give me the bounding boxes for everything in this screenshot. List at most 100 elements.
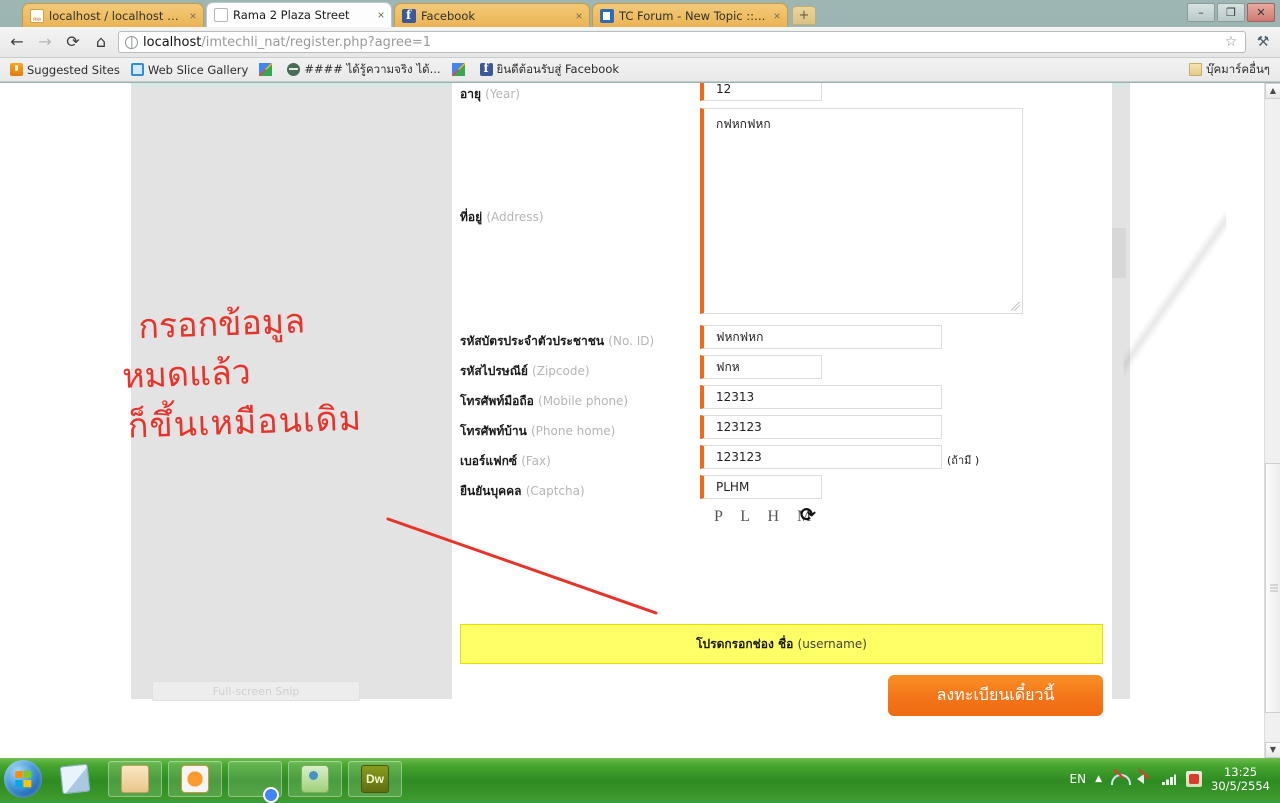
form-validation-message: โปรดกรอกช่อง ชื่อ (username) bbox=[460, 624, 1103, 664]
bookmark-facebook-welcome[interactable]: ยินดีต้อนรับสู่ Facebook bbox=[476, 60, 624, 80]
taskbar-button-media-player[interactable] bbox=[168, 761, 222, 797]
other-bookmarks-label: บุ๊คมาร์คอื่นๆ bbox=[1206, 61, 1270, 79]
browser-tab-tc-forum[interactable]: TC Forum - New Topic :: ... × bbox=[592, 3, 788, 27]
bookmark-suggested-sites[interactable]: Suggested Sites bbox=[6, 62, 124, 78]
close-icon[interactable]: × bbox=[573, 10, 585, 22]
sticky-note-icon bbox=[60, 764, 91, 795]
close-icon[interactable]: × bbox=[771, 10, 783, 22]
tab-label: Facebook bbox=[421, 9, 568, 23]
web-slice-icon bbox=[131, 63, 144, 76]
taskbar-clock[interactable]: 13:25 30/5/2554 bbox=[1211, 765, 1270, 794]
close-icon[interactable]: × bbox=[187, 10, 199, 22]
textarea-resize-handle[interactable] bbox=[1011, 302, 1020, 311]
fax-optional-note: (ถ้ามี ) bbox=[947, 451, 979, 469]
bookmark-google-2[interactable] bbox=[448, 62, 473, 77]
dreamweaver-icon bbox=[361, 765, 389, 793]
handwritten-annotation: กรอกข้อมูล หมดแล้ว ก็ขึ้นเหมือนเดิม bbox=[138, 293, 443, 451]
taskbar-button-messenger[interactable] bbox=[288, 761, 342, 797]
scroll-up-button[interactable]: ▲ bbox=[1265, 83, 1280, 99]
signal-bars-icon[interactable] bbox=[1161, 771, 1177, 787]
other-bookmarks-button[interactable]: บุ๊คมาร์คอื่นๆ bbox=[1185, 60, 1274, 80]
taskbar-button-windows-explorer[interactable] bbox=[108, 761, 162, 797]
windows-media-player-icon bbox=[181, 765, 209, 793]
address-host: localhost bbox=[143, 35, 201, 50]
window-controls: – ❐ ✕ bbox=[1187, 3, 1275, 22]
validation-message-th: โปรดกรอกช่อง ชื่อ bbox=[696, 635, 793, 654]
taskbar-button-chrome[interactable] bbox=[228, 761, 282, 797]
browser-tab-rama2-plaza-street[interactable]: Rama 2 Plaza Street × bbox=[206, 2, 392, 27]
language-indicator[interactable]: EN bbox=[1070, 772, 1087, 786]
fax-input[interactable]: 123123 bbox=[700, 445, 942, 469]
scroll-down-button[interactable]: ▼ bbox=[1265, 742, 1280, 758]
clock-date: 30/5/2554 bbox=[1211, 779, 1270, 793]
field-label-fax: เบอร์แฟกซ์ (Fax) bbox=[460, 452, 551, 471]
phpmyadmin-icon bbox=[30, 9, 44, 23]
page-scrollbar[interactable]: ▲ ▼ bbox=[1264, 83, 1280, 758]
full-screen-snip-overlay: Full-screen Snip bbox=[152, 681, 360, 701]
register-submit-button[interactable]: ลงทะเบียนเดี๋ยวนี้ bbox=[888, 675, 1103, 716]
field-label-mobile-phone: โทรศัพท์มือถือ (Mobile phone) bbox=[460, 392, 628, 411]
taskbar-button-sticky-note[interactable] bbox=[48, 761, 102, 797]
mobile-phone-input[interactable]: 12313 bbox=[700, 385, 942, 409]
show-hidden-icons-button[interactable]: ▲ bbox=[1095, 774, 1102, 784]
reload-button[interactable]: ⟳ bbox=[62, 31, 84, 53]
start-orb-icon[interactable] bbox=[4, 760, 42, 798]
bookmark-star-icon[interactable]: ☆ bbox=[1223, 34, 1239, 50]
suggested-sites-icon bbox=[10, 63, 23, 76]
bookmark-thai-news[interactable]: #### ได้รู้ความจริง ได้... bbox=[283, 60, 444, 80]
globe-icon bbox=[287, 63, 300, 76]
home-button[interactable]: ⌂ bbox=[90, 31, 112, 53]
clock-time: 13:25 bbox=[1224, 765, 1257, 779]
scrollbar-thumb[interactable] bbox=[1265, 463, 1280, 713]
forum-icon bbox=[600, 9, 614, 23]
browser-window: localhost / localhost / im... × Rama 2 P… bbox=[0, 0, 1280, 758]
taskbar-button-dreamweaver[interactable] bbox=[348, 761, 402, 797]
address-textarea[interactable]: กฟหกฟหก bbox=[700, 108, 1023, 314]
national-id-input[interactable]: ฟหกฟหก bbox=[700, 325, 942, 349]
messenger-icon bbox=[301, 765, 329, 793]
captcha-refresh-icon[interactable]: ⟳ bbox=[800, 504, 816, 526]
field-label-address: ที่อยู่ (Address) bbox=[460, 208, 544, 227]
field-label-captcha: ยืนยันบุคคล (Captcha) bbox=[460, 482, 585, 501]
tab-strip: localhost / localhost / im... × Rama 2 P… bbox=[0, 0, 1280, 27]
year-input[interactable]: 12 bbox=[700, 83, 822, 101]
google-icon bbox=[452, 63, 465, 76]
network-disconnected-icon[interactable] bbox=[1111, 771, 1127, 787]
field-label-home-phone: โทรศัพท์บ้าน (Phone home) bbox=[460, 422, 615, 441]
new-tab-button[interactable]: + bbox=[792, 6, 816, 25]
validation-message-en: (username) bbox=[798, 637, 867, 651]
wrench-menu-icon[interactable]: ⚒ bbox=[1252, 34, 1274, 50]
windows-explorer-icon bbox=[121, 765, 149, 793]
close-icon[interactable]: × bbox=[375, 9, 387, 21]
globe-icon bbox=[125, 36, 138, 49]
browser-tab-facebook[interactable]: Facebook × bbox=[394, 3, 590, 27]
bookmarks-bar: Suggested Sites Web Slice Gallery #### ไ… bbox=[0, 58, 1280, 82]
facebook-icon bbox=[402, 9, 416, 23]
tab-label: Rama 2 Plaza Street bbox=[233, 8, 370, 22]
back-button[interactable]: ← bbox=[6, 31, 28, 53]
window-close-button[interactable]: ✕ bbox=[1247, 3, 1275, 22]
tab-label: TC Forum - New Topic :: ... bbox=[619, 9, 766, 23]
field-label-national-id: รหัสบัตรประจำตัวประชาชน (No. ID) bbox=[460, 332, 654, 351]
maximize-button[interactable]: ❐ bbox=[1217, 3, 1245, 22]
bookmark-web-slice-gallery[interactable]: Web Slice Gallery bbox=[127, 62, 252, 78]
bookmark-google-1[interactable] bbox=[255, 62, 280, 77]
field-label-year: อายุ (Year) bbox=[460, 85, 520, 104]
address-bar[interactable]: localhost/imtechli_nat/register.php?agre… bbox=[118, 31, 1246, 53]
address-path: /imtechli_nat/register.php?agree=1 bbox=[201, 35, 431, 50]
bookmark-label: Web Slice Gallery bbox=[148, 63, 248, 77]
minimize-button[interactable]: – bbox=[1187, 3, 1215, 22]
captcha-input[interactable]: PLHM bbox=[700, 475, 822, 499]
antivirus-icon[interactable] bbox=[1186, 771, 1202, 787]
home-phone-input[interactable]: 123123 bbox=[700, 415, 942, 439]
windows-taskbar: EN ▲ 13:25 30/5/2554 bbox=[0, 758, 1280, 800]
folder-icon bbox=[1189, 63, 1202, 76]
facebook-icon bbox=[480, 63, 493, 76]
zipcode-input[interactable]: ฟกห bbox=[700, 355, 822, 379]
system-tray: EN ▲ 13:25 30/5/2554 bbox=[1070, 765, 1276, 794]
browser-tab-phpmyadmin[interactable]: localhost / localhost / im... × bbox=[22, 3, 204, 27]
bookmark-label: ยินดีต้อนรับสู่ Facebook bbox=[497, 61, 620, 79]
page-viewport: อายุ (Year) 12 ที่อยู่ (Address) กฟหกฟหก… bbox=[0, 83, 1280, 758]
forward-button[interactable]: → bbox=[34, 31, 56, 53]
volume-muted-icon[interactable] bbox=[1136, 771, 1152, 787]
